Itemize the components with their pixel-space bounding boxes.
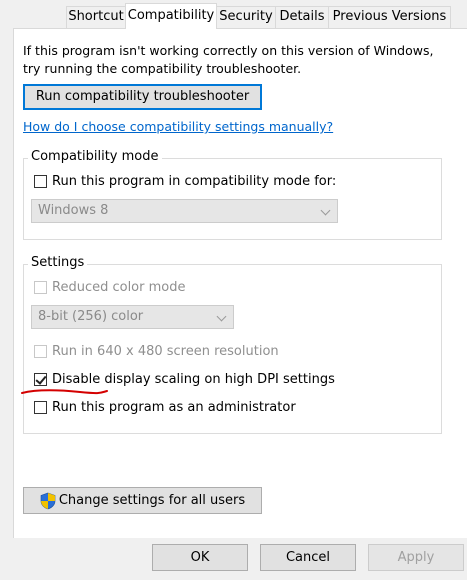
run-as-admin-label: Run this program as an administrator bbox=[52, 399, 296, 415]
run-troubleshooter-button[interactable]: Run compatibility troubleshooter bbox=[23, 84, 262, 110]
compat-os-select-value: Windows 8 bbox=[38, 203, 109, 218]
reduced-color-row: Reduced color mode bbox=[34, 278, 185, 296]
tab-strip: Shortcut Compatibility Security Details … bbox=[0, 0, 467, 29]
disable-dpi-scaling-label: Disable display scaling on high DPI sett… bbox=[52, 371, 335, 387]
color-depth-select: 8-bit (256) color bbox=[31, 305, 234, 329]
settings-group-label: Settings bbox=[28, 255, 88, 271]
cancel-button[interactable]: Cancel bbox=[260, 544, 356, 571]
uac-shield-icon bbox=[40, 492, 56, 509]
resolution-checkbox bbox=[34, 344, 47, 358]
compat-mode-checkbox[interactable] bbox=[34, 174, 47, 188]
manual-settings-link[interactable]: How do I choose compatibility settings m… bbox=[23, 119, 333, 134]
resolution-row: Run in 640 x 480 screen resolution bbox=[34, 342, 279, 360]
compat-mode-checkbox-row[interactable]: Run this program in compatibility mode f… bbox=[34, 172, 336, 190]
disable-dpi-scaling-checkbox[interactable] bbox=[34, 372, 47, 386]
reduced-color-checkbox bbox=[34, 280, 47, 294]
compat-os-select: Windows 8 bbox=[31, 199, 338, 223]
change-settings-all-users-label: Change settings for all users bbox=[58, 493, 246, 508]
run-as-admin-row[interactable]: Run this program as an administrator bbox=[34, 398, 296, 416]
compatibility-mode-label: Compatibility mode bbox=[28, 149, 162, 165]
tab-previous-versions[interactable]: Previous Versions bbox=[328, 6, 451, 28]
tab-shortcut[interactable]: Shortcut bbox=[66, 6, 126, 28]
color-depth-select-value: 8-bit (256) color bbox=[38, 309, 144, 324]
tab-compatibility[interactable]: Compatibility bbox=[125, 3, 217, 29]
apply-button[interactable]: Apply bbox=[368, 544, 464, 571]
resolution-label: Run in 640 x 480 screen resolution bbox=[52, 343, 279, 359]
chevron-down-icon bbox=[320, 205, 331, 216]
tab-security[interactable]: Security bbox=[216, 6, 276, 28]
ok-button[interactable]: OK bbox=[152, 544, 248, 571]
chevron-down-icon bbox=[216, 311, 227, 322]
intro-text: If this program isn't working correctly … bbox=[23, 43, 434, 76]
compat-mode-checkbox-label: Run this program in compatibility mode f… bbox=[52, 173, 337, 189]
change-settings-all-users-button[interactable]: Change settings for all users bbox=[23, 487, 262, 514]
tab-details[interactable]: Details bbox=[275, 6, 329, 28]
reduced-color-label: Reduced color mode bbox=[52, 279, 186, 295]
run-as-admin-checkbox[interactable] bbox=[34, 400, 47, 414]
annotation-underline bbox=[21, 389, 108, 395]
